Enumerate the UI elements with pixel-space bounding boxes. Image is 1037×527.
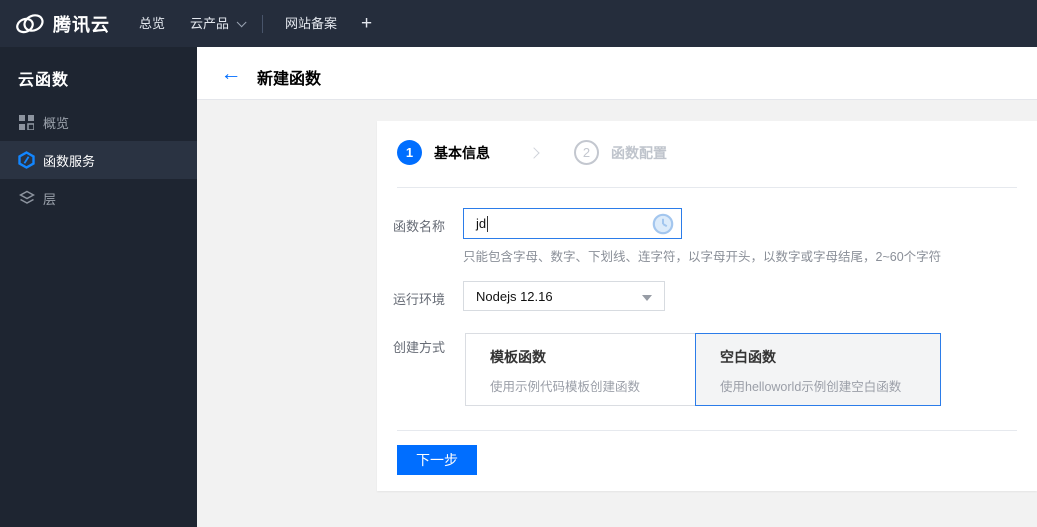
function-hexagon-icon [18,151,35,169]
runtime-select[interactable]: Nodejs 12.16 [463,281,665,311]
brand-name: 腾讯云 [53,14,110,35]
chevron-down-icon [236,17,247,28]
top-navbar: 腾讯云 总览 云产品 网站备案 + [0,0,1037,47]
step-1-circle: 1 [397,140,422,165]
back-arrow-icon[interactable]: ← [217,60,245,88]
sidebar-item-label: 函数服务 [43,153,96,169]
step-2-circle: 2 [574,140,599,165]
step-chevron-icon [528,144,540,161]
main-area: ← 新建函数 1 基本信息 2 函数配置 函数名称 jd 只能包含字母、数字、下… [197,47,1037,527]
nav-overview[interactable]: 总览 [139,0,165,47]
sidebar-item-label: 层 [43,191,57,207]
tencent-cloud-logo[interactable]: 腾讯云 [14,0,110,47]
footer-divider [397,430,1017,431]
wizard-stepper: 1 基本信息 2 函数配置 [397,140,667,165]
create-function-card: 1 基本信息 2 函数配置 函数名称 jd 只能包含字母、数字、下划线、连字符，… [377,121,1037,491]
next-step-button[interactable]: 下一步 [397,445,477,475]
runtime-label: 运行环境 [393,292,446,307]
option-desc: 使用helloworld示例创建空白函数 [720,380,902,394]
step-1-label: 基本信息 [434,144,490,161]
create-method-options: 模板函数 使用示例代码模板创建函数 空白函数 使用helloworld示例创建空… [465,333,941,406]
step-2-label: 函数配置 [611,144,667,161]
runtime-value: Nodejs 12.16 [476,288,553,304]
select-caret-icon [642,295,652,301]
sidebar-item-layers[interactable]: 层 [0,179,197,217]
page-header: ← 新建函数 [197,47,1037,100]
option-title: 模板函数 [490,349,546,365]
layers-icon [18,190,35,207]
nav-divider [262,15,263,33]
add-tab-button[interactable]: + [361,0,372,47]
text-cursor [487,215,489,232]
sidebar-item-overview[interactable]: 概览 [0,103,197,141]
sidebar-menu: 概览 函数服务 层 [0,103,197,217]
tencent-cloud-console: 腾讯云 总览 云产品 网站备案 + 云函数 概览 函数服务 层 ← 新建函数 1… [0,0,1037,527]
option-blank-function[interactable]: 空白函数 使用helloworld示例创建空白函数 [695,333,941,406]
option-template-function[interactable]: 模板函数 使用示例代码模板创建函数 [465,333,696,406]
pending-clock-icon [652,213,674,238]
nav-icp-filing[interactable]: 网站备案 [285,0,337,47]
sidebar-item-function-service[interactable]: 函数服务 [0,141,197,179]
create-method-label: 创建方式 [393,340,446,355]
function-name-value: jd [476,216,487,231]
page-title: 新建函数 [257,71,322,88]
grid-icon [18,114,35,131]
cloud-logo-icon [14,12,45,35]
function-name-input[interactable]: jd [463,208,682,239]
nav-cloud-products[interactable]: 云产品 [190,0,247,47]
function-name-hint: 只能包含字母、数字、下划线、连字符，以字母开头，以数字或字母结尾，2~60个字符 [463,250,942,264]
sidebar-title: 云函数 [18,72,70,89]
sidebar-item-label: 概览 [43,115,70,131]
option-desc: 使用示例代码模板创建函数 [490,380,641,394]
sidebar: 云函数 概览 函数服务 层 [0,47,197,527]
nav-cloud-products-label: 云产品 [190,16,230,31]
function-name-label: 函数名称 [393,219,446,234]
stepper-divider [397,187,1017,188]
option-title: 空白函数 [720,349,776,365]
